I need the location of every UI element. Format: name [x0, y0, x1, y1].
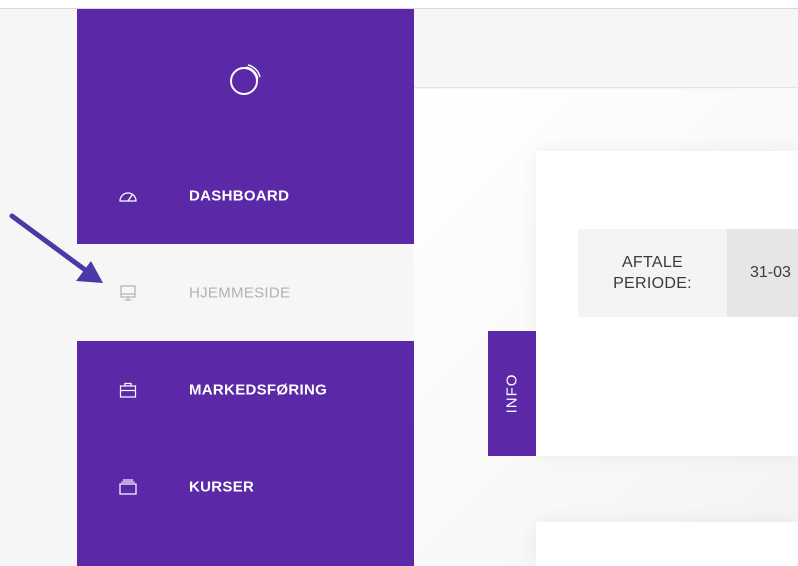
sidebar-item-label: DASHBOARD	[189, 187, 290, 204]
agreement-period-value-text: 31-03	[750, 264, 791, 281]
info-tab-label: INFO	[503, 373, 521, 414]
briefcase-icon	[119, 382, 137, 398]
agreement-period-value: 31-03	[727, 229, 798, 317]
secondary-card	[536, 522, 798, 566]
agreement-period-label-text: AFTALE PERIODE:	[613, 254, 692, 292]
agreement-period-label: AFTALE PERIODE:	[578, 229, 727, 317]
monitor-icon	[120, 284, 136, 301]
logo-icon[interactable]	[227, 64, 261, 98]
sidebar-item-label: MARKEDSFØRING	[189, 381, 328, 398]
speedometer-icon	[119, 191, 137, 202]
top-bar	[414, 9, 798, 88]
sidebar-item-kurser[interactable]: KURSER	[77, 438, 414, 535]
top-rule	[0, 0, 798, 9]
sidebar: DASHBOARD HJEMMESIDE MARKEDSFØRING KURSE…	[77, 9, 414, 566]
sidebar-item-dashboard[interactable]: DASHBOARD	[77, 147, 414, 244]
sidebar-item-hjemmeside[interactable]: HJEMMESIDE	[77, 244, 414, 341]
sidebar-item-markedsforing[interactable]: MARKEDSFØRING	[77, 341, 414, 438]
stack-icon	[119, 478, 137, 495]
sidebar-item-label: KURSER	[189, 478, 255, 495]
info-tab[interactable]: INFO	[488, 331, 536, 456]
sidebar-item-label: HJEMMESIDE	[189, 284, 291, 301]
